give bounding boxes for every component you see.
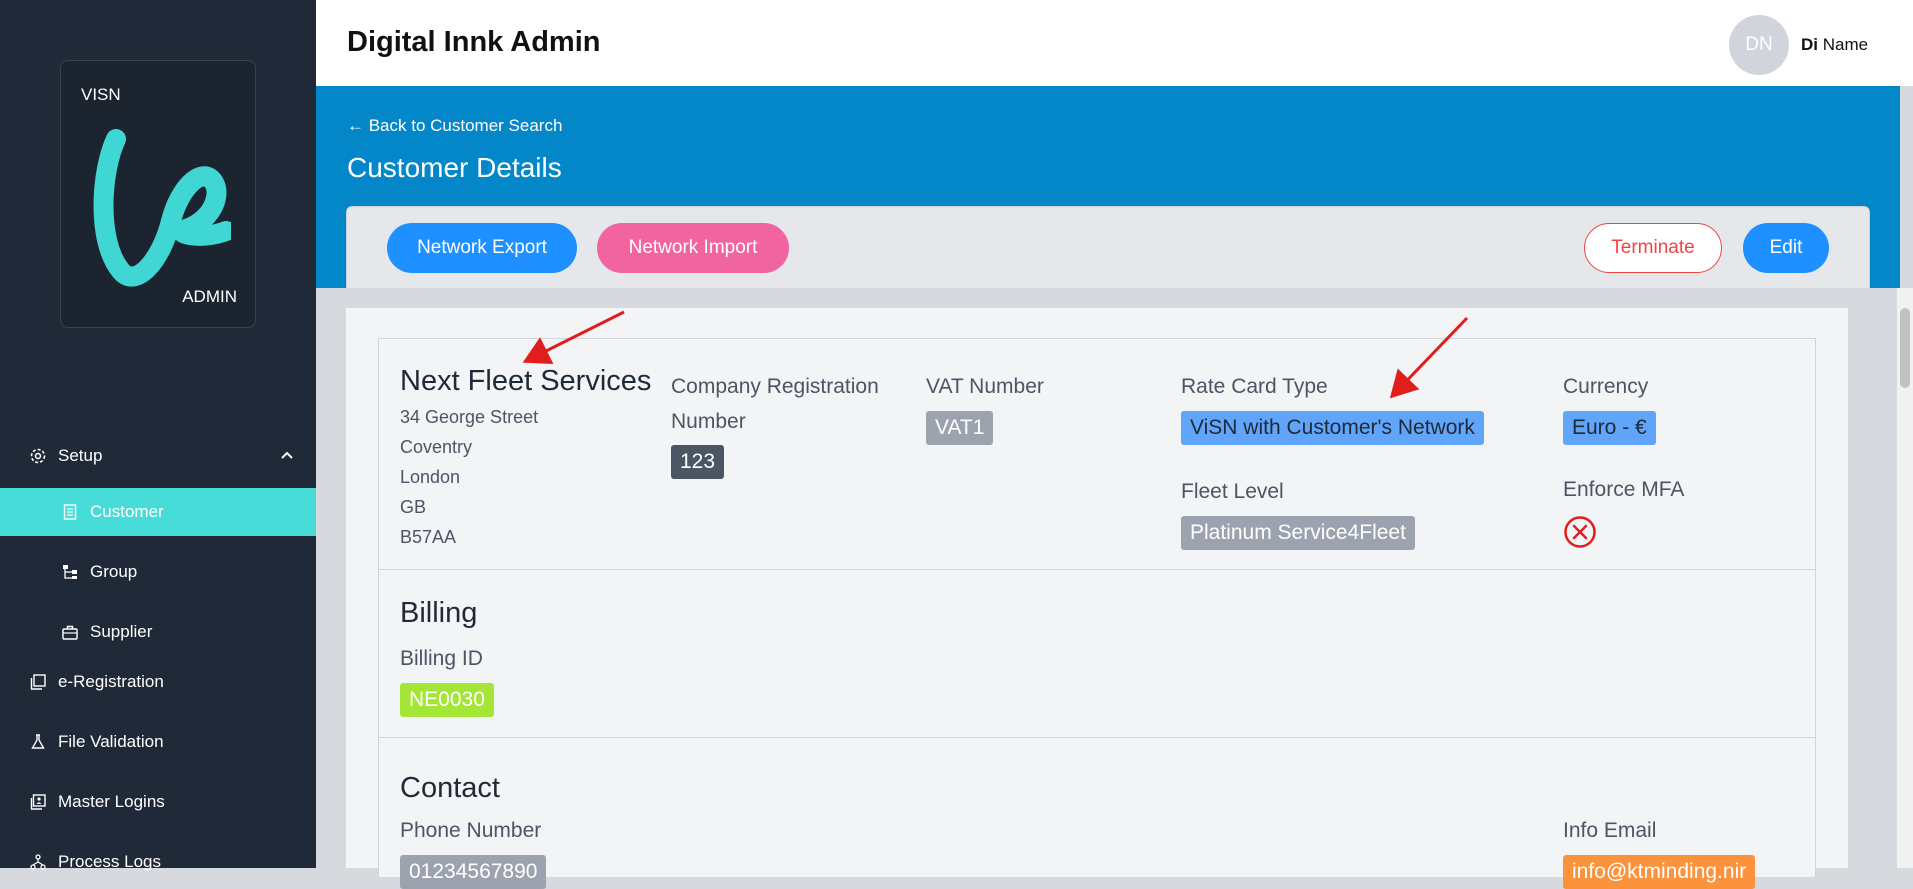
logo-top-text: VISN — [81, 85, 121, 104]
sidebar-item-e-registration[interactable]: e-Registration — [0, 658, 316, 706]
back-to-customer-search-link[interactable]: ← Back to Customer Search — [347, 116, 562, 136]
page-scrollbar[interactable] — [1897, 288, 1913, 868]
edit-button[interactable]: Edit — [1743, 223, 1829, 273]
vat-number-label: VAT Number — [926, 375, 1044, 398]
currency-value: Euro - € — [1563, 411, 1656, 445]
sidebar-item-label: Setup — [58, 446, 103, 465]
company-section: Next Fleet Services 34 George Street Cov… — [378, 338, 1816, 570]
sidebar-item-label: Process Logs — [58, 852, 161, 871]
info-email-label: Info Email — [1563, 819, 1657, 842]
billing-title: Billing — [400, 597, 478, 629]
sidebar-item-label: Supplier — [90, 622, 153, 641]
billing-section: Billing Billing ID NE0030 — [378, 569, 1816, 738]
billing-id-label: Billing ID — [400, 647, 483, 670]
sidebar-item-master-logins[interactable]: Master Logins — [0, 778, 316, 826]
enforce-mfa-label: Enforce MFA — [1563, 478, 1685, 501]
user-name-rest: Name — [1822, 35, 1869, 54]
briefcase-icon — [60, 622, 80, 642]
copy-icon — [28, 672, 48, 692]
terminate-button[interactable]: Terminate — [1584, 223, 1722, 273]
address-line: GB — [400, 497, 427, 517]
sidebar-item-process-logs[interactable]: Process Logs — [0, 838, 316, 886]
chevron-up-icon — [280, 448, 294, 468]
document-icon — [60, 502, 80, 522]
top-header: Digital Innk Admin DN Di Name — [316, 0, 1913, 86]
sidebar-item-label: Customer — [90, 502, 164, 521]
address-line: 34 George Street — [400, 407, 539, 427]
sidebar-item-supplier[interactable]: Supplier — [0, 608, 316, 656]
sidebar: VISN ADMIN Setup Customer Group Supplier — [0, 0, 316, 871]
info-email-value: info@ktminding.nir — [1563, 855, 1756, 889]
company-name: Next Fleet Services — [400, 365, 652, 397]
rate-card-type-value: ViSN with Customer's Network — [1181, 411, 1484, 445]
id-card-icon — [28, 792, 48, 812]
company-registration-label: Company Registration — [671, 375, 879, 398]
visn-logo[interactable]: VISN ADMIN — [60, 60, 256, 328]
app-title: Digital Innk Admin — [347, 26, 601, 58]
sidebar-item-customer[interactable]: Customer — [0, 488, 316, 536]
nodes-icon — [28, 852, 48, 872]
vat-number-value: VAT1 — [926, 411, 994, 445]
address-line: London — [400, 467, 461, 487]
contact-title: Contact — [400, 772, 500, 804]
gear-icon — [28, 446, 48, 466]
sidebar-item-label: Group — [90, 562, 138, 581]
page-title: Customer Details — [347, 152, 562, 183]
sidebar-item-label: e-Registration — [58, 672, 164, 691]
currency-label: Currency — [1563, 375, 1649, 398]
rate-card-type-label: Rate Card Type — [1181, 375, 1328, 398]
phone-number-label: Phone Number — [400, 819, 542, 842]
fleet-level-label: Fleet Level — [1181, 480, 1284, 503]
contact-section: Contact Phone Number 01234567890 Info Em… — [378, 737, 1816, 889]
sidebar-item-label: Master Logins — [58, 792, 165, 811]
tree-icon — [60, 562, 80, 582]
action-toolbar: Network Export Network Import Terminate … — [346, 206, 1870, 288]
flask-icon — [28, 732, 48, 752]
sidebar-item-setup[interactable]: Setup — [0, 432, 316, 480]
user-name-bold: Di — [1801, 35, 1818, 54]
v-logo-icon — [93, 129, 231, 287]
sidebar-item-file-validation[interactable]: File Validation — [0, 718, 316, 766]
address-line: Coventry — [400, 437, 473, 457]
billing-id-value: NE0030 — [400, 683, 494, 717]
network-import-button[interactable]: Network Import — [597, 223, 789, 273]
fleet-level-value: Platinum Service4Fleet — [1181, 516, 1415, 550]
company-registration-label-2: Number — [671, 410, 746, 433]
address-line: B57AA — [400, 527, 457, 547]
logo-bottom-text: ADMIN — [182, 287, 237, 306]
network-export-button[interactable]: Network Export — [387, 223, 577, 273]
phone-number-value: 01234567890 — [400, 855, 547, 889]
user-name[interactable]: Di Name — [1801, 35, 1868, 55]
avatar[interactable]: DN — [1729, 15, 1789, 75]
sidebar-item-label: File Validation — [58, 732, 164, 751]
sidebar-item-group[interactable]: Group — [0, 548, 316, 596]
scrollbar-thumb[interactable] — [1900, 308, 1910, 388]
company-registration-value: 123 — [671, 445, 725, 479]
mfa-disabled-x-icon — [1564, 516, 1596, 548]
